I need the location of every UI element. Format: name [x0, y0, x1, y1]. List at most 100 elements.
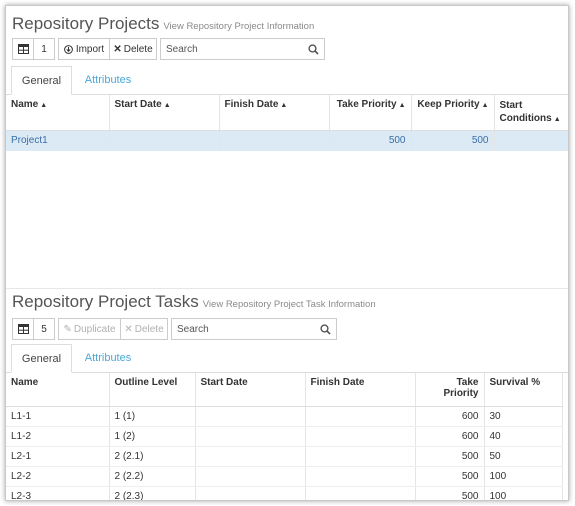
duplicate-button[interactable]: ✎ Duplicate [58, 318, 121, 340]
sort-asc-icon: ▲ [398, 102, 406, 109]
cell-start-date [195, 466, 306, 487]
cell-start-date [195, 426, 306, 447]
grid-icon [17, 324, 29, 334]
sort-asc-icon: ▲ [553, 116, 561, 123]
cell-finish-date [305, 486, 416, 500]
search-input[interactable] [177, 323, 307, 335]
search-icon[interactable] [308, 43, 319, 55]
delete-label: Delete [134, 323, 164, 335]
grid-icon [17, 44, 29, 54]
table-row[interactable]: L2-2 2 (2.2) 500 100 [6, 466, 563, 487]
cell-outline-level: 2 (2.3) [109, 486, 196, 500]
cell-survival: 100 [484, 486, 563, 500]
column-header-take-priority[interactable]: Take Priority ▲ [329, 95, 412, 131]
delete-button[interactable]: ✕ Delete [109, 38, 157, 60]
grid-view-button[interactable] [12, 38, 34, 60]
projects-header: Repository Projects View Repository Proje… [12, 14, 314, 34]
import-label: Import [75, 43, 105, 55]
cell-outline-level: 1 (1) [109, 406, 196, 427]
column-header-name[interactable]: Name ▲ [6, 95, 110, 131]
column-header-keep-priority[interactable]: Keep Priority ▲ [411, 95, 495, 131]
projects-table: Name ▲ Start Date ▲ Finish Date ▲ Take Prio… [6, 95, 568, 151]
cell-take-priority: 500 [415, 466, 485, 487]
tab-general[interactable]: General [11, 344, 72, 373]
cell-take-priority: 500 [415, 486, 485, 500]
column-header-take-priority[interactable]: Take Priority [415, 373, 485, 407]
search-icon[interactable] [320, 323, 331, 335]
delete-label: Delete [123, 43, 153, 55]
cell-take-priority: 600 [415, 426, 485, 447]
cell-start-date [195, 486, 306, 500]
cell-name: L2-2 [6, 466, 110, 487]
column-header-start-date[interactable]: Start Date ▲ [109, 95, 220, 131]
cell-survival: 40 [484, 426, 563, 447]
cell-take-priority: 500 [329, 130, 412, 151]
tab-attributes[interactable]: Attributes [74, 66, 142, 95]
cell-start-date [195, 406, 306, 427]
cell-finish-date [305, 446, 416, 467]
cell-take-priority: 500 [415, 446, 485, 467]
table-row[interactable]: Project1 500 500 [6, 130, 568, 151]
table-row[interactable]: L1-1 1 (1) 600 30 [6, 406, 563, 427]
cell-outline-level: 2 (2.1) [109, 446, 196, 467]
column-header-finish-date[interactable]: Finish Date ▲ [219, 95, 330, 131]
cell-name: L1-2 [6, 426, 110, 447]
page-subtitle: View Repository Project Information [163, 21, 315, 32]
column-header-outline-level[interactable]: Outline Level [109, 373, 196, 407]
table-header-row: Name ▲ Start Date ▲ Finish Date ▲ Take Prio… [6, 95, 568, 131]
cell-take-priority: 600 [415, 406, 485, 427]
cell-start-conditions [494, 130, 568, 151]
cell-name: L1-1 [6, 406, 110, 427]
tab-attributes[interactable]: Attributes [74, 344, 142, 373]
table-header-row: Name Outline Level Start Date Finish Dat… [6, 373, 563, 407]
tasks-toolbar: 5 ✎ Duplicate ✕ Delete [12, 318, 337, 340]
search-box [171, 318, 337, 340]
sort-asc-icon: ▲ [40, 102, 48, 109]
table-row[interactable]: L2-1 2 (2.1) 500 50 [6, 446, 563, 467]
tab-general[interactable]: General [11, 66, 72, 95]
close-icon: ✕ [113, 43, 122, 55]
record-count: 5 [33, 318, 55, 340]
cell-finish-date [305, 426, 416, 447]
column-header-finish-date[interactable]: Finish Date [305, 373, 416, 407]
table-row[interactable]: L2-3 2 (2.3) 500 100 [6, 486, 563, 500]
section-title: Repository Project Tasks [12, 292, 199, 311]
cell-finish-date [305, 466, 416, 487]
column-header-start-conditions[interactable]: Start Conditions ▲ [494, 95, 568, 131]
close-icon: ✕ [124, 323, 133, 335]
cell-keep-priority: 500 [411, 130, 495, 151]
cell-name: Project1 [6, 130, 110, 151]
cell-outline-level: 1 (2) [109, 426, 196, 447]
tasks-tabs: General Attributes [6, 344, 568, 373]
grid-view-button[interactable] [12, 318, 34, 340]
tasks-table: Name Outline Level Start Date Finish Dat… [6, 373, 563, 500]
projects-tabs: General Attributes [6, 66, 568, 95]
cell-name: L2-1 [6, 446, 110, 467]
cell-finish-date [219, 130, 330, 151]
repository-projects-panel: Repository Projects View Repository Proje… [6, 6, 568, 288]
record-count: 1 [33, 38, 55, 60]
pencil-icon: ✎ [63, 323, 72, 335]
sort-asc-icon: ▲ [280, 102, 288, 109]
search-input[interactable] [166, 43, 296, 55]
cell-start-date [195, 446, 306, 467]
column-header-survival[interactable]: Survival % [484, 373, 563, 407]
cell-start-date [109, 130, 220, 151]
table-row[interactable]: L1-2 1 (2) 600 40 [6, 426, 563, 447]
page-title: Repository Projects [12, 14, 160, 33]
duplicate-label: Duplicate [73, 323, 116, 335]
cell-survival: 100 [484, 466, 563, 487]
column-header-start-date[interactable]: Start Date [195, 373, 306, 407]
cell-survival: 30 [484, 406, 563, 427]
tasks-header: Repository Project Tasks View Repository … [12, 292, 376, 312]
column-header-name[interactable]: Name [6, 373, 110, 407]
import-icon [63, 44, 73, 54]
section-subtitle: View Repository Project Task Information [202, 299, 376, 310]
import-button[interactable]: Import [58, 38, 110, 60]
window-frame: Repository Projects View Repository Proje… [5, 5, 569, 501]
cell-outline-level: 2 (2.2) [109, 466, 196, 487]
projects-toolbar: 1 Import ✕ Delete [12, 38, 325, 60]
delete-button[interactable]: ✕ Delete [120, 318, 168, 340]
repository-project-tasks-panel: Repository Project Tasks View Repository … [6, 288, 568, 500]
sort-asc-icon: ▲ [163, 102, 171, 109]
